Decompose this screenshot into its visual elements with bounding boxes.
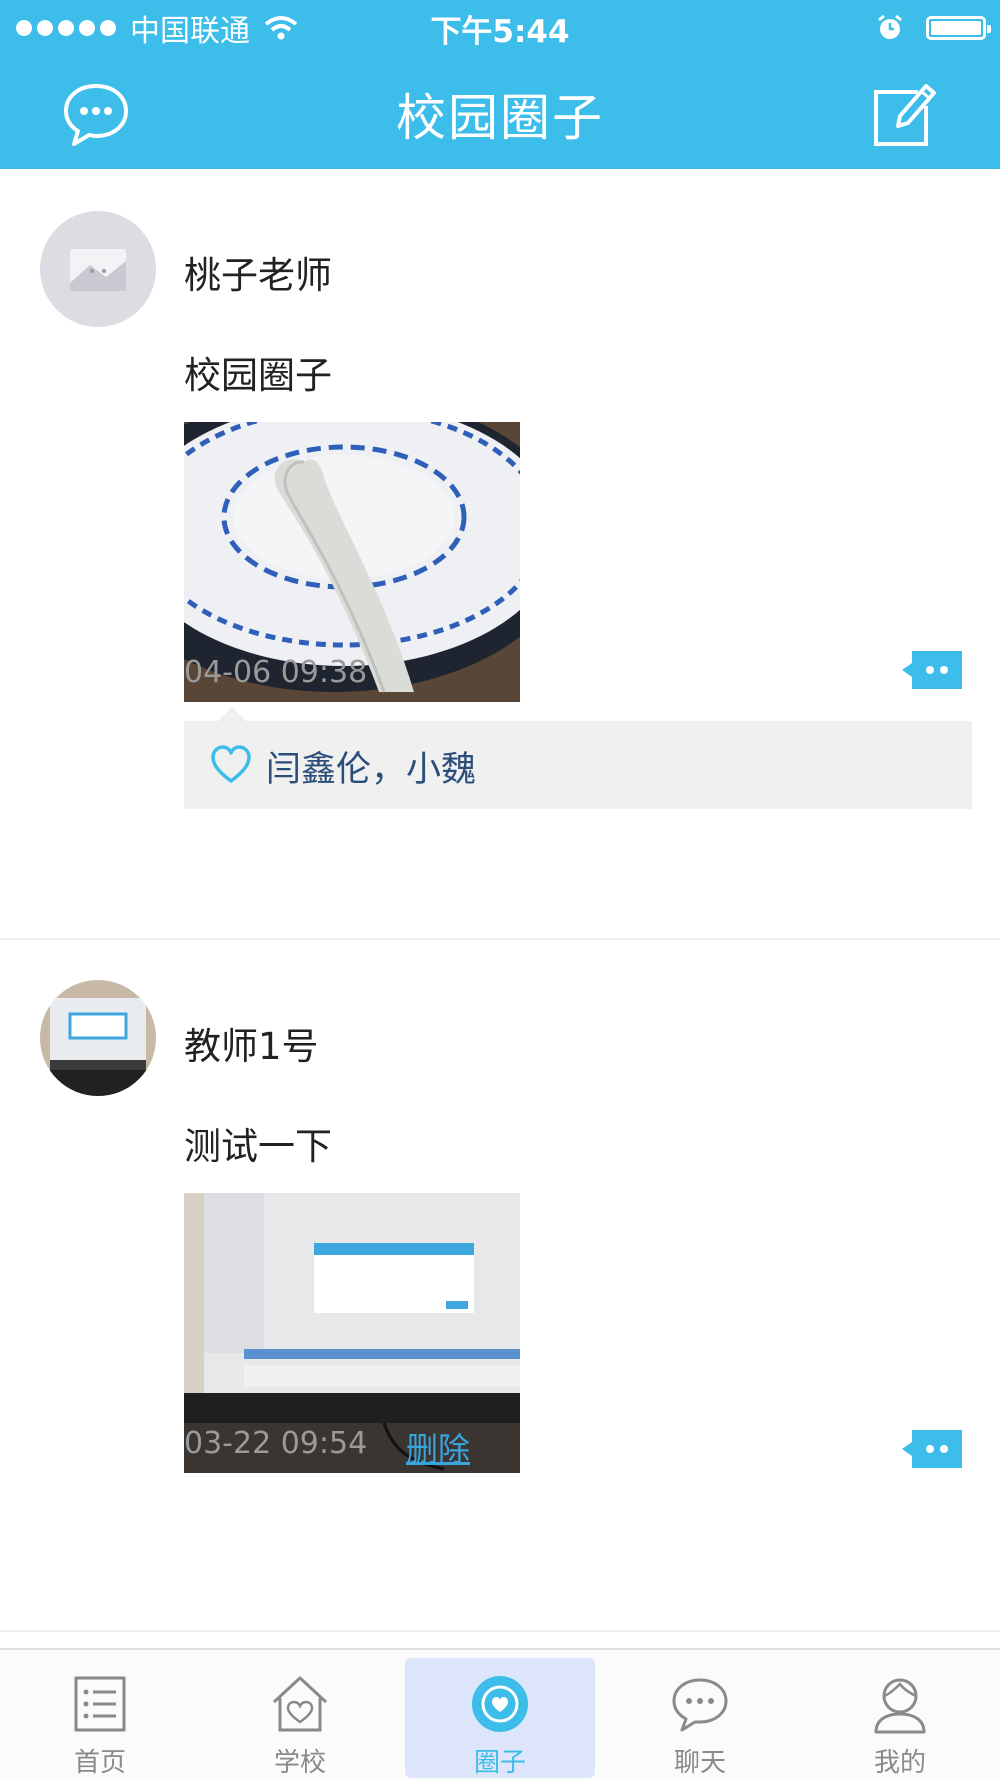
post-time: 04-06 09:38 <box>184 655 368 690</box>
person-icon <box>874 1678 926 1734</box>
post-text: 测试一下 <box>184 1125 332 1168</box>
tab-label: 学校 <box>273 1748 326 1778</box>
circle-heart-icon <box>472 1676 528 1732</box>
likes-box: 闫鑫伦，小魏 <box>184 707 972 809</box>
post-divider <box>0 1630 1000 1632</box>
status-bar: 中国联通 下午5:44 <box>0 0 1000 56</box>
heart-icon[interactable] <box>210 745 252 785</box>
comment-icon[interactable] <box>900 1428 964 1470</box>
status-time: 下午5:44 <box>430 14 570 50</box>
post-text: 校园圈子 <box>184 354 332 397</box>
tab-school[interactable]: 学校 <box>205 1650 395 1780</box>
avatar[interactable] <box>40 980 156 1096</box>
tab-label: 聊天 <box>673 1748 726 1778</box>
tab-circle[interactable]: 圈子 <box>405 1650 595 1780</box>
tab-label: 圈子 <box>473 1748 526 1778</box>
top-bar: 中国联通 下午5:44 校园圈子 <box>0 0 1000 169</box>
battery-icon <box>926 16 991 40</box>
avatar[interactable] <box>40 211 156 327</box>
nav-bar: 校园圈子 <box>0 56 1000 169</box>
comment-icon[interactable] <box>900 649 964 691</box>
tab-label: 首页 <box>73 1748 126 1778</box>
page-title: 校园圈子 <box>396 89 604 147</box>
tab-label: 我的 <box>873 1748 926 1778</box>
list-icon <box>74 1676 126 1732</box>
compose-icon[interactable] <box>868 78 940 150</box>
alarm-icon <box>878 14 902 39</box>
tab-me[interactable]: 我的 <box>805 1650 995 1780</box>
chat-icon <box>672 1678 728 1732</box>
default-avatar-icon <box>70 249 126 291</box>
feed-post: 教师1号 测试一下 03-22 09:54 删除 <box>0 940 1000 1630</box>
status-right <box>876 10 991 46</box>
tab-chat[interactable]: 聊天 <box>605 1650 795 1780</box>
monitor-avatar-icon <box>40 980 156 1096</box>
author-name[interactable]: 桃子老师 <box>184 245 332 299</box>
delete-link[interactable]: 删除 <box>406 1424 470 1470</box>
likes-names[interactable]: 闫鑫伦，小魏 <box>266 741 476 792</box>
tab-bar: 首页 学校 圈子 聊天 我的 <box>0 1648 1000 1780</box>
feed-post: 桃子老师 校园圈子 04-06 09:38 闫鑫伦，小魏 <box>0 169 1000 939</box>
house-heart-icon <box>272 1676 328 1732</box>
tab-home[interactable]: 首页 <box>5 1650 195 1780</box>
post-time: 03-22 09:54 <box>184 1426 368 1461</box>
author-name[interactable]: 教师1号 <box>184 1016 319 1070</box>
